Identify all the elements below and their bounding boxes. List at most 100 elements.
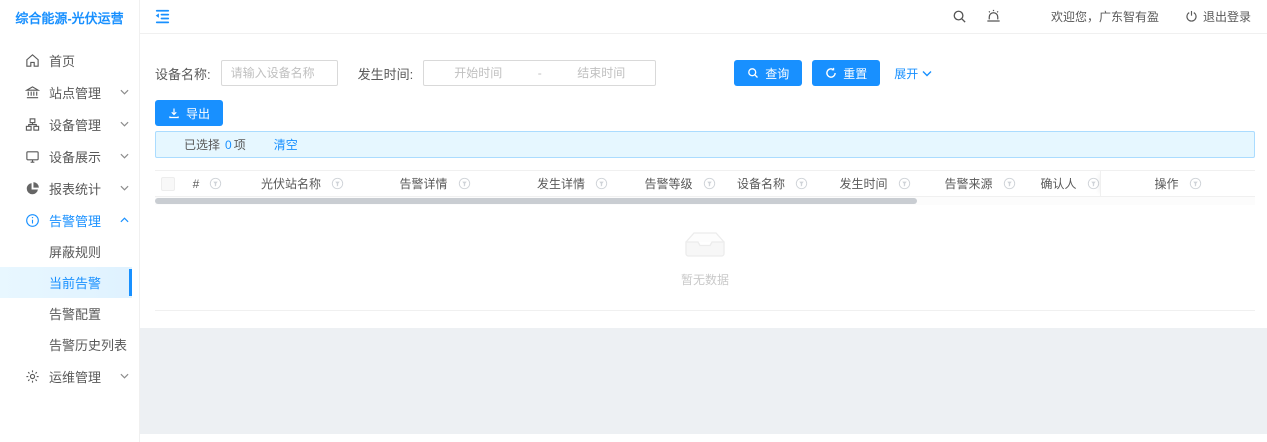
column-header-alarm-detail: 告警详情 bbox=[370, 171, 500, 196]
filter-icon[interactable] bbox=[703, 177, 716, 190]
chevron-down-icon bbox=[120, 121, 129, 127]
column-header-occur-detail: 发生详情 bbox=[500, 171, 645, 196]
poweroff-icon bbox=[1185, 10, 1198, 23]
cluster-icon bbox=[24, 116, 40, 132]
sidebar-item-label: 告警管理 bbox=[49, 211, 118, 230]
sidebar-item-report-stats[interactable]: 报表统计 bbox=[0, 172, 139, 204]
table-empty-state: 暂无数据 bbox=[155, 205, 1255, 311]
clear-selection-link[interactable]: 清空 bbox=[274, 136, 298, 153]
filter-icon[interactable] bbox=[795, 177, 808, 190]
column-header-index: # bbox=[180, 171, 235, 196]
empty-text: 暂无数据 bbox=[681, 271, 729, 288]
expand-link[interactable]: 展开 bbox=[894, 65, 932, 82]
topbar: 欢迎您，广东智有盈 退出登录 bbox=[140, 0, 1267, 34]
sidebar-item-ops-mgmt[interactable]: 运维管理 bbox=[0, 360, 139, 392]
sidebar-item-device-display[interactable]: 设备展示 bbox=[0, 140, 139, 172]
range-separator: - bbox=[524, 66, 555, 80]
filter-icon[interactable] bbox=[898, 177, 911, 190]
search-icon[interactable] bbox=[943, 0, 977, 34]
page-background bbox=[140, 328, 1267, 434]
column-header-actions: 操作 bbox=[1100, 171, 1255, 196]
sidebar-item-label: 报表统计 bbox=[49, 179, 118, 198]
app-title: 综合能源-光伏运营 bbox=[15, 8, 123, 27]
chevron-down-icon bbox=[120, 89, 129, 95]
sidebar-item-device-mgmt[interactable]: 设备管理 bbox=[0, 108, 139, 140]
bank-icon bbox=[24, 84, 40, 100]
sidebar-subitem-mask-rules[interactable]: 屏蔽规则 bbox=[0, 236, 132, 267]
search-icon bbox=[747, 67, 759, 79]
pie-chart-icon bbox=[24, 180, 40, 196]
chevron-down-icon bbox=[922, 70, 932, 77]
reload-icon bbox=[825, 67, 837, 79]
sidebar-subitem-label: 告警配置 bbox=[49, 304, 101, 323]
column-header-source: 告警来源 bbox=[920, 171, 1040, 196]
menu-fold-icon[interactable] bbox=[148, 3, 176, 31]
sidebar-subitem-label: 当前告警 bbox=[49, 273, 101, 292]
info-circle-icon bbox=[24, 212, 40, 228]
horizontal-scrollbar bbox=[155, 197, 1255, 205]
filter-actions: 查询 重置 展开 bbox=[734, 60, 932, 86]
scrollbar-thumb[interactable] bbox=[155, 198, 917, 204]
column-header-confirmer: 确认人 bbox=[1040, 171, 1100, 196]
occur-time-label: 发生时间: bbox=[358, 64, 414, 83]
select-all-cell bbox=[155, 171, 180, 196]
active-indicator-bar bbox=[129, 269, 132, 296]
logout-label: 退出登录 bbox=[1203, 8, 1251, 25]
sidebar-menu: 首页 站点管理 设备管理 bbox=[0, 34, 139, 392]
app-window: 综合能源-光伏运营 首页 站点管理 bbox=[0, 0, 1267, 442]
filter-form: 设备名称: 发生时间: - 查询 bbox=[155, 60, 1252, 86]
filter-icon[interactable] bbox=[1087, 177, 1100, 190]
search-button[interactable]: 查询 bbox=[734, 60, 802, 86]
chevron-down-icon bbox=[120, 153, 129, 159]
device-name-input[interactable] bbox=[221, 60, 338, 86]
alarm-icon[interactable] bbox=[977, 0, 1011, 34]
empty-box-icon bbox=[673, 228, 737, 263]
filter-icon[interactable] bbox=[1189, 177, 1202, 190]
sidebar-item-site-mgmt[interactable]: 站点管理 bbox=[0, 76, 139, 108]
device-name-label: 设备名称: bbox=[155, 64, 211, 83]
export-button[interactable]: 导出 bbox=[155, 100, 223, 126]
selection-bar: 已选择 0 项 清空 bbox=[155, 131, 1255, 158]
filter-icon[interactable] bbox=[1003, 177, 1016, 190]
column-header-level: 告警等级 bbox=[645, 171, 715, 196]
chevron-down-icon bbox=[120, 373, 129, 379]
reset-button[interactable]: 重置 bbox=[812, 60, 880, 86]
sidebar-item-label: 站点管理 bbox=[49, 83, 118, 102]
home-icon bbox=[24, 52, 40, 68]
alarm-table: # 光伏站名称 告警详情 发生详情 告警等级 bbox=[155, 170, 1255, 311]
welcome-text: 欢迎您，广东智有盈 bbox=[1051, 8, 1159, 25]
sidebar-item-alarm-mgmt[interactable]: 告警管理 bbox=[0, 204, 139, 236]
main-content: 设备名称: 发生时间: - 查询 bbox=[140, 35, 1267, 328]
selection-count: 0 bbox=[225, 138, 232, 152]
selection-prefix: 已选择 bbox=[184, 136, 220, 153]
end-time-input[interactable] bbox=[555, 66, 647, 80]
sidebar-subitem-label: 屏蔽规则 bbox=[49, 242, 101, 261]
column-header-station: 光伏站名称 bbox=[235, 171, 370, 196]
sidebar: 综合能源-光伏运营 首页 站点管理 bbox=[0, 0, 140, 442]
app-logo: 综合能源-光伏运营 bbox=[0, 0, 139, 34]
chevron-up-icon bbox=[120, 217, 129, 223]
filter-icon[interactable] bbox=[331, 177, 344, 190]
filter-icon[interactable] bbox=[595, 177, 608, 190]
date-range-picker[interactable]: - bbox=[423, 60, 656, 86]
sidebar-item-label: 设备管理 bbox=[49, 115, 118, 134]
column-header-occur-time: 发生时间 bbox=[830, 171, 920, 196]
filter-icon[interactable] bbox=[458, 177, 471, 190]
sidebar-subitem-current-alarms[interactable]: 当前告警 bbox=[0, 267, 132, 298]
start-time-input[interactable] bbox=[432, 66, 524, 80]
sidebar-item-home[interactable]: 首页 bbox=[0, 44, 139, 76]
monitor-icon bbox=[24, 148, 40, 164]
bottom-strip bbox=[140, 434, 1267, 442]
sidebar-item-label: 设备展示 bbox=[49, 147, 118, 166]
sidebar-item-label: 运维管理 bbox=[49, 367, 118, 386]
sidebar-subitem-alarm-history[interactable]: 告警历史列表 bbox=[0, 329, 132, 360]
filter-icon[interactable] bbox=[209, 177, 222, 190]
sidebar-item-label: 首页 bbox=[49, 51, 129, 70]
selection-suffix: 项 bbox=[234, 136, 246, 153]
sidebar-subitem-alarm-config[interactable]: 告警配置 bbox=[0, 298, 132, 329]
download-icon bbox=[168, 107, 180, 119]
topbar-right: 欢迎您，广东智有盈 退出登录 bbox=[943, 0, 1267, 34]
chevron-down-icon bbox=[120, 185, 129, 191]
logout-button[interactable]: 退出登录 bbox=[1185, 8, 1251, 25]
select-all-checkbox[interactable] bbox=[161, 177, 175, 191]
